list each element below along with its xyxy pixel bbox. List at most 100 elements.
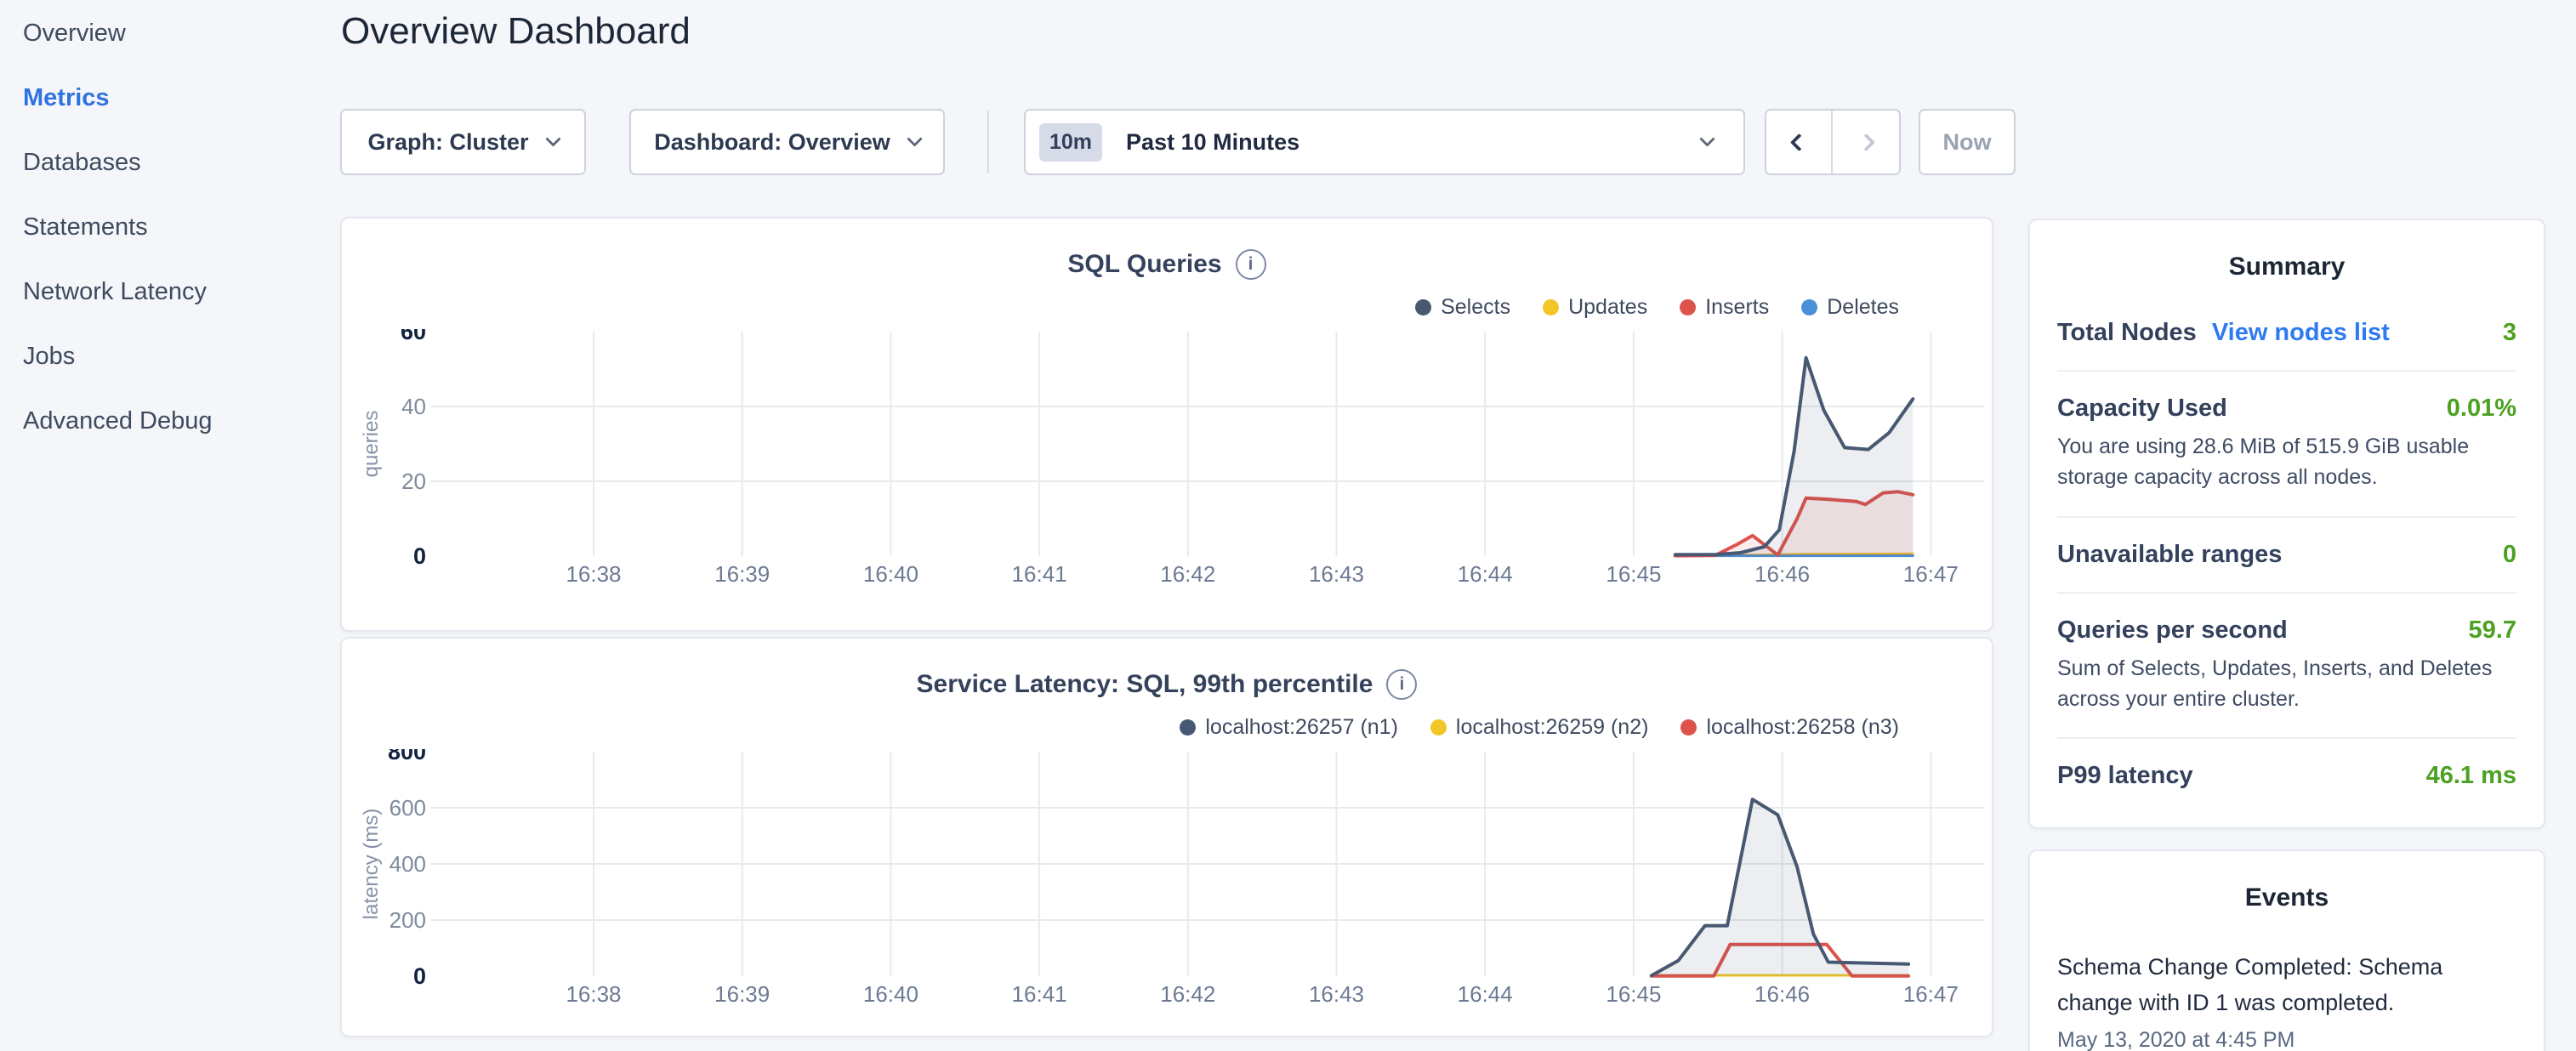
legend-item-inserts[interactable]: Inserts [1680, 295, 1769, 320]
divider [2057, 370, 2516, 372]
dashboard-dropdown[interactable]: Dashboard: Overview [629, 109, 945, 175]
svg-text:0: 0 [413, 543, 426, 569]
svg-text:16:44: 16:44 [1458, 561, 1513, 587]
svg-text:600: 600 [390, 795, 426, 821]
graph-dropdown-label: Graph: Cluster [367, 129, 528, 156]
legend-dot [1180, 719, 1196, 736]
summary-row-capacity-used: Capacity Used 0.01% You are using 28.6 M… [2057, 395, 2516, 493]
sidebar-item-advanced-debug[interactable]: Advanced Debug [23, 406, 340, 435]
svg-text:800: 800 [388, 749, 426, 764]
view-nodes-list-link[interactable]: View nodes list [2212, 319, 2390, 347]
svg-text:16:38: 16:38 [566, 561, 621, 587]
svg-text:16:41: 16:41 [1012, 561, 1067, 587]
sidebar: Overview Metrics Databases Statements Ne… [0, 0, 340, 471]
svg-text:16:38: 16:38 [566, 981, 621, 1007]
sidebar-item-jobs[interactable]: Jobs [23, 342, 340, 371]
svg-text:16:45: 16:45 [1606, 981, 1661, 1007]
dashboard-dropdown-label: Dashboard: Overview [654, 129, 890, 156]
legend-item-node2[interactable]: localhost:26259 (n2) [1430, 715, 1649, 740]
summary-row-queries-per-second: Queries per second 59.7 Sum of Selects, … [2057, 616, 2516, 715]
time-prev-button[interactable] [1766, 111, 1833, 173]
legend-label: Updates [1568, 295, 1647, 320]
time-range-label: Past 10 Minutes [1126, 129, 1299, 156]
chart-title: Service Latency: SQL, 99th percentile [917, 670, 1373, 699]
event-text: Schema Change Completed: Schema change w… [2057, 950, 2516, 1021]
summary-row-description: Sum of Selects, Updates, Inserts, and De… [2057, 653, 2516, 715]
svg-text:16:46: 16:46 [1754, 981, 1810, 1007]
legend-item-deletes[interactable]: Deletes [1801, 295, 1899, 320]
summary-row-value: 0 [2503, 541, 2516, 569]
svg-text:16:47: 16:47 [1903, 561, 1959, 587]
divider [2057, 737, 2516, 739]
sql-queries-chart-card: SQL Queries i Selects Updates Inserts [340, 217, 1993, 632]
svg-text:16:42: 16:42 [1160, 981, 1215, 1007]
events-title: Events [2057, 883, 2516, 912]
summary-row-label: Capacity Used [2057, 395, 2227, 423]
summary-row-value: 0.01% [2447, 395, 2516, 423]
svg-text:400: 400 [390, 851, 426, 877]
graph-dropdown[interactable]: Graph: Cluster [340, 109, 586, 175]
legend-label: localhost:26257 (n1) [1205, 715, 1398, 740]
legend-dot [1680, 299, 1696, 315]
time-range-selector[interactable]: 10m Past 10 Minutes [1024, 109, 1745, 175]
info-icon[interactable]: i [1386, 669, 1417, 700]
time-next-button[interactable] [1833, 111, 1899, 173]
summary-row-value: 59.7 [2469, 616, 2516, 645]
service-latency-chart-card: Service Latency: SQL, 99th percentile i … [340, 637, 1993, 1037]
time-nav-group [1765, 109, 1901, 175]
legend-dot [1543, 299, 1559, 315]
chevron-left-icon [1789, 133, 1807, 151]
legend-item-node3[interactable]: localhost:26258 (n3) [1680, 715, 1899, 740]
svg-text:200: 200 [390, 907, 426, 933]
legend-label: Selects [1441, 295, 1510, 320]
svg-text:60: 60 [401, 329, 426, 344]
sidebar-item-overview[interactable]: Overview [23, 19, 340, 48]
legend-item-selects[interactable]: Selects [1415, 295, 1510, 320]
svg-text:16:44: 16:44 [1458, 981, 1513, 1007]
svg-text:16:46: 16:46 [1754, 561, 1810, 587]
chart-legend: localhost:26257 (n1) localhost:26259 (n2… [1180, 715, 1899, 740]
sidebar-item-network-latency[interactable]: Network Latency [23, 277, 340, 306]
summary-row-total-nodes: Total Nodes View nodes list 3 [2057, 319, 2516, 347]
legend-label: localhost:26258 (n3) [1706, 715, 1899, 740]
legend-item-node1[interactable]: localhost:26257 (n1) [1180, 715, 1398, 740]
chevron-right-icon [1857, 133, 1874, 151]
summary-row-value: 46.1 ms [2426, 762, 2516, 790]
sql-queries-chart[interactable]: 16:3816:3916:4016:4116:4216:4316:4416:45… [342, 329, 1992, 601]
svg-text:16:39: 16:39 [714, 561, 770, 587]
event-item[interactable]: Schema Change Completed: Schema change w… [2057, 950, 2516, 1051]
sidebar-item-databases[interactable]: Databases [23, 148, 340, 177]
svg-text:16:39: 16:39 [714, 981, 770, 1007]
chevron-down-icon [1699, 131, 1714, 146]
sidebar-item-metrics[interactable]: Metrics [23, 83, 340, 112]
legend-item-updates[interactable]: Updates [1543, 295, 1647, 320]
service-latency-chart[interactable]: 16:3816:3916:4016:4116:4216:4316:4416:45… [342, 749, 1992, 1021]
summary-row-label: Unavailable ranges [2057, 541, 2282, 569]
chevron-down-icon [907, 131, 922, 146]
now-button[interactable]: Now [1919, 109, 2016, 175]
svg-text:queries: queries [360, 411, 383, 478]
legend-label: Deletes [1827, 295, 1899, 320]
chart-title-row: SQL Queries i [342, 249, 1992, 280]
page-title: Overview Dashboard [341, 10, 691, 53]
svg-text:16:47: 16:47 [1903, 981, 1959, 1007]
controls-divider [987, 111, 989, 173]
divider [2057, 592, 2516, 594]
legend-dot [1430, 719, 1447, 736]
info-icon[interactable]: i [1236, 249, 1266, 280]
time-range-badge: 10m [1039, 123, 1102, 162]
legend-dot [1415, 299, 1431, 315]
events-panel: Events Schema Change Completed: Schema c… [2028, 849, 2545, 1051]
chart-title: SQL Queries [1067, 250, 1221, 279]
svg-text:16:43: 16:43 [1309, 981, 1364, 1007]
svg-text:16:43: 16:43 [1309, 561, 1364, 587]
summary-row-description: You are using 28.6 MiB of 515.9 GiB usab… [2057, 431, 2516, 493]
summary-row-label: P99 latency [2057, 762, 2193, 790]
summary-row-unavailable-ranges: Unavailable ranges 0 [2057, 541, 2516, 569]
summary-panel: Summary Total Nodes View nodes list 3 Ca… [2028, 219, 2545, 829]
divider [2057, 516, 2516, 518]
legend-label: Inserts [1705, 295, 1769, 320]
summary-row-label: Queries per second [2057, 616, 2288, 645]
sidebar-item-statements[interactable]: Statements [23, 213, 340, 241]
summary-row-p99-latency: P99 latency 46.1 ms [2057, 762, 2516, 790]
